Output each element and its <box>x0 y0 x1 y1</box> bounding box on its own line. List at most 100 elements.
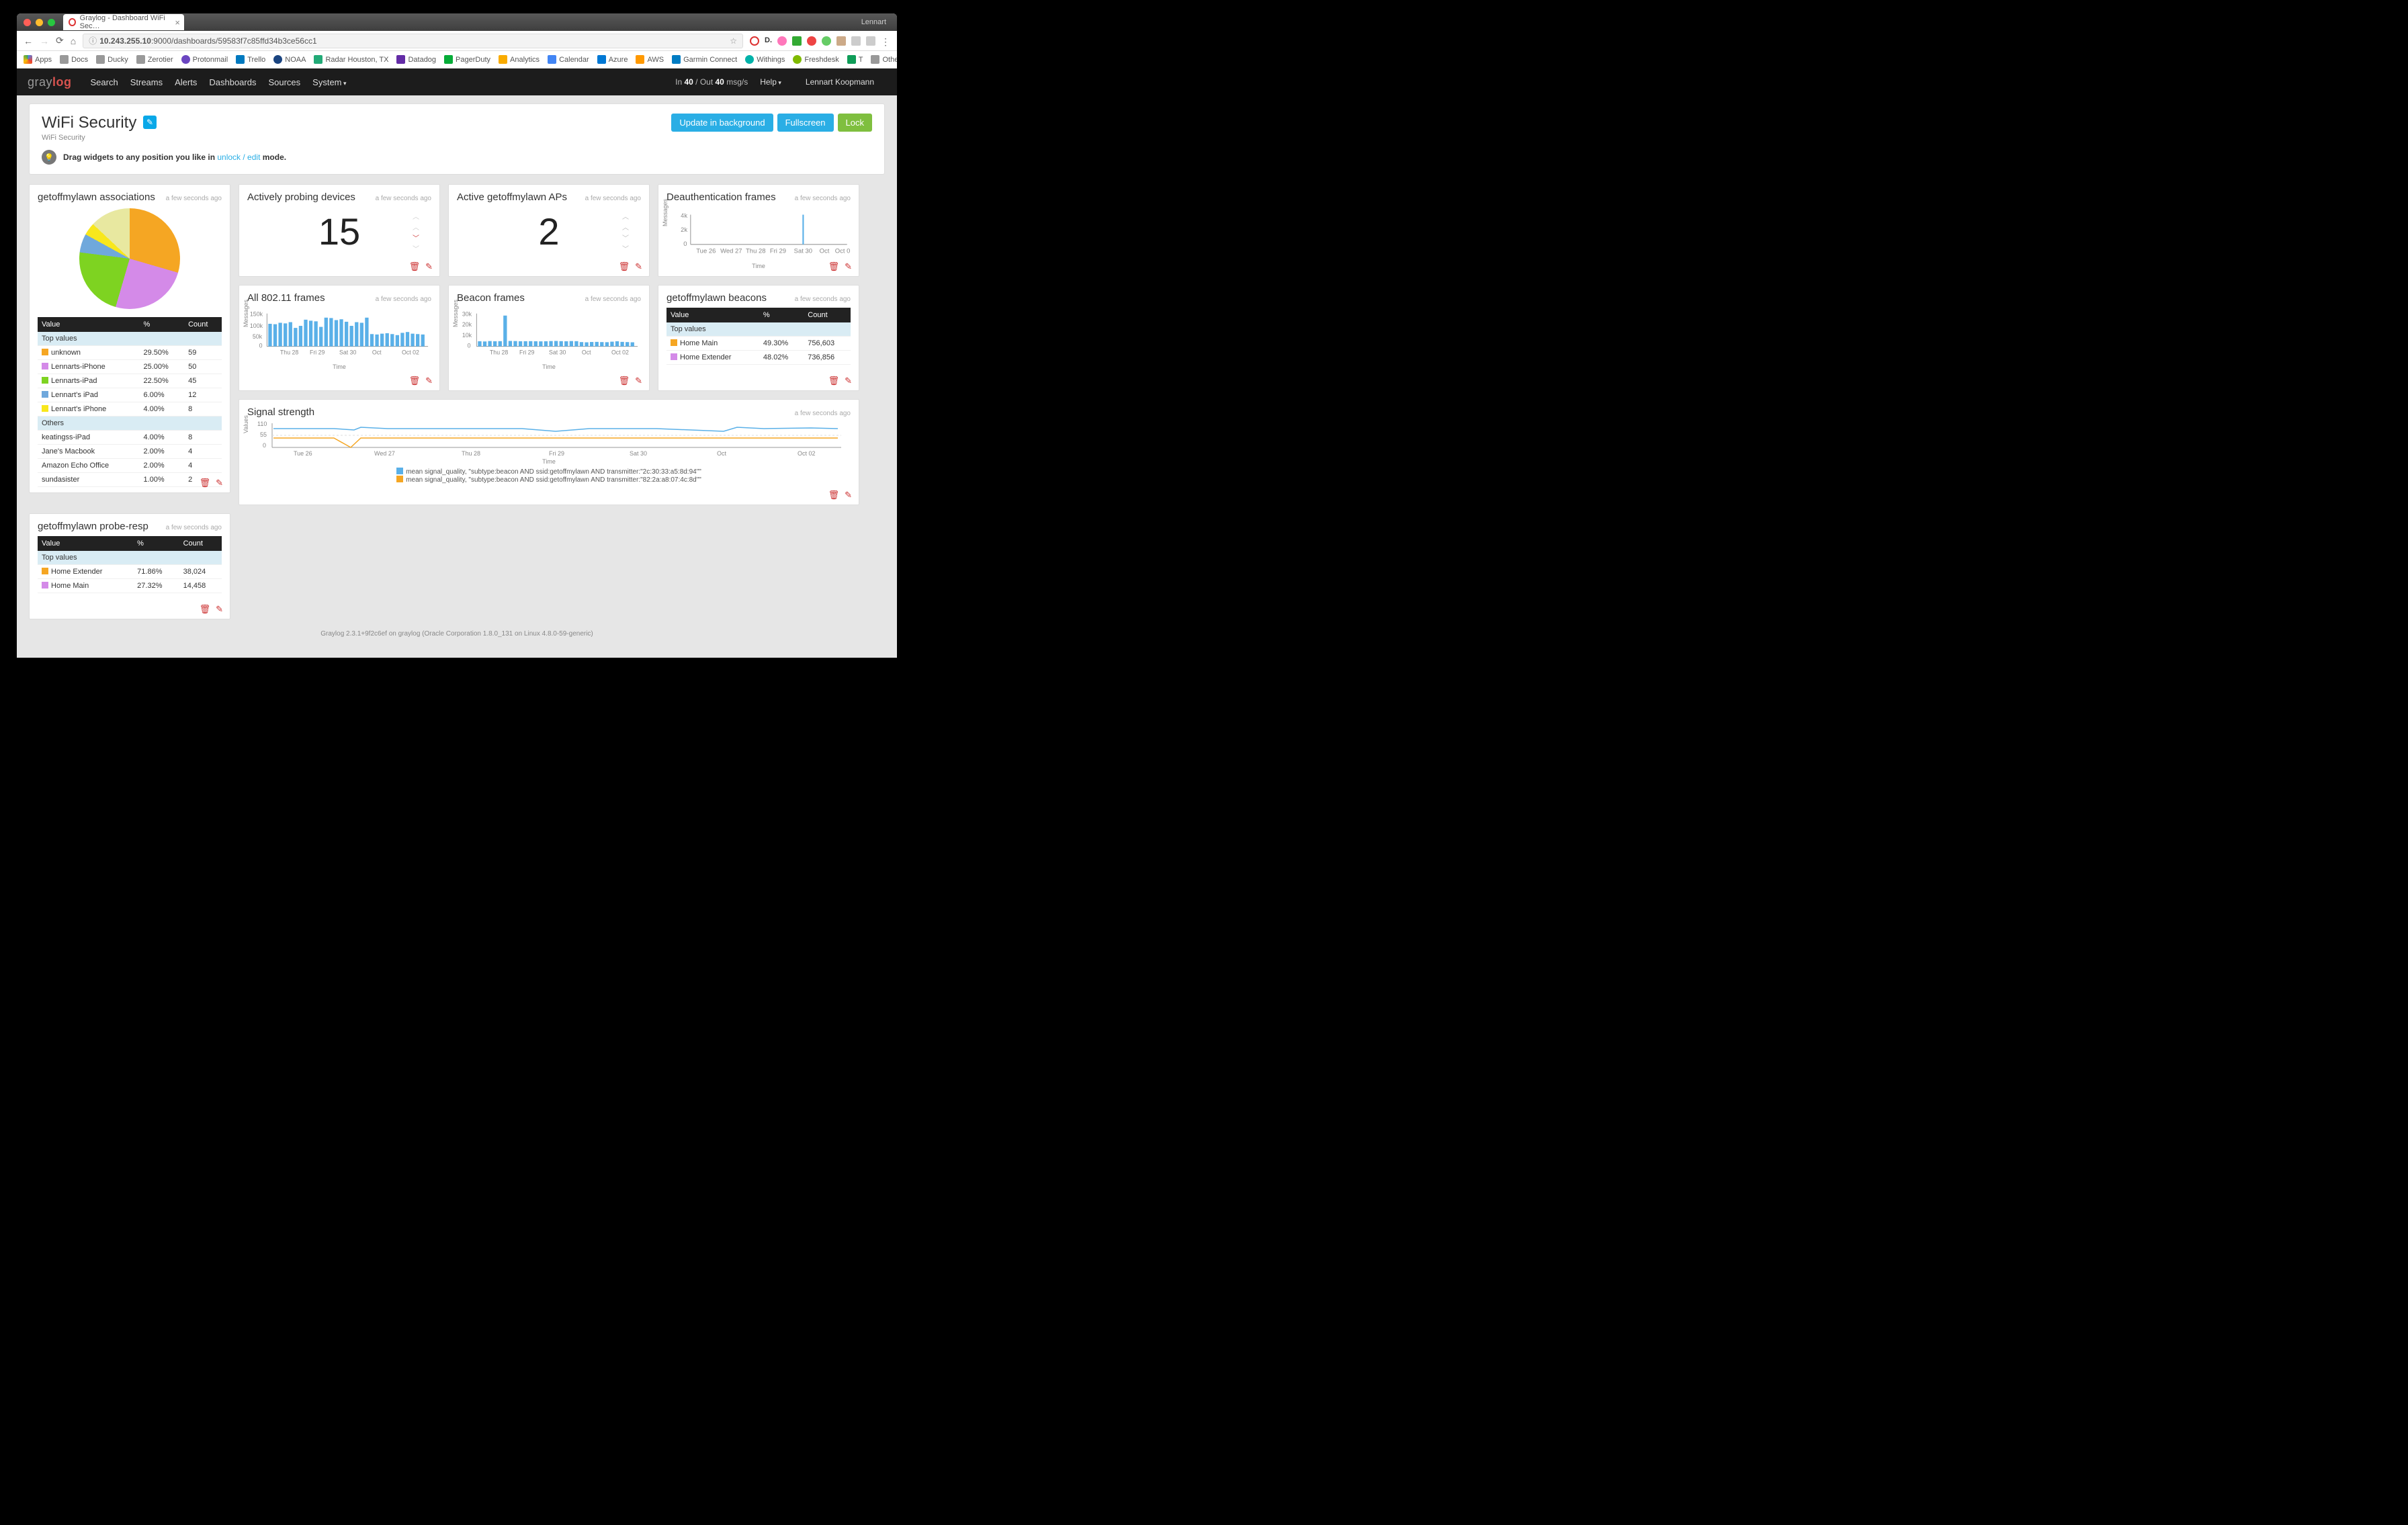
bookmarks-bar: Apps Docs Ducky Zerotier Protonmail Trel… <box>17 51 897 69</box>
table-row[interactable]: Home Main49.30%756,603 <box>666 337 851 351</box>
profile-name[interactable]: Lennart <box>861 18 890 26</box>
bookmark[interactable]: Datadog <box>396 55 436 64</box>
update-background-button[interactable]: Update in background <box>671 114 773 132</box>
table-row[interactable]: Lennarts-iPad22.50%45 <box>38 374 222 388</box>
table-row[interactable]: Lennart's iPhone4.00%8 <box>38 402 222 417</box>
close-window-icon[interactable] <box>24 19 31 26</box>
trash-icon[interactable]: 🗑 <box>200 478 211 488</box>
pencil-icon[interactable]: ✎ <box>425 376 433 386</box>
trash-icon[interactable]: 🗑 <box>828 376 840 386</box>
close-tab-icon[interactable]: × <box>175 17 180 28</box>
address-bar[interactable]: ⓘ 10.243.255.10:9000/dashboards/59583f7c… <box>83 34 743 48</box>
pencil-icon[interactable]: ✎ <box>216 478 223 488</box>
bookmark[interactable]: Trello <box>236 55 265 64</box>
ext-icon[interactable] <box>822 36 831 46</box>
table-row[interactable]: Lennart's iPad6.00%12 <box>38 388 222 402</box>
pencil-icon[interactable]: ✎ <box>845 490 852 500</box>
trash-icon[interactable]: 🗑 <box>200 604 211 615</box>
reload-icon[interactable]: ⟳ <box>56 35 64 46</box>
table-row[interactable]: sundasister1.00%2 <box>38 473 222 487</box>
ext-icon[interactable] <box>777 36 787 46</box>
minimize-window-icon[interactable] <box>36 19 43 26</box>
widget-deauth-frames: Deauthentication framesa few seconds ago… <box>658 184 859 277</box>
pencil-icon[interactable]: ✎ <box>845 376 852 386</box>
graylog-logo[interactable]: graylog <box>28 75 72 89</box>
bookmark[interactable]: Zerotier <box>136 55 173 64</box>
bookmark[interactable]: Ducky <box>96 55 128 64</box>
maximize-window-icon[interactable] <box>48 19 55 26</box>
trash-icon[interactable]: 🗑 <box>409 261 421 272</box>
svg-text:Wed 27: Wed 27 <box>720 247 742 255</box>
bookmark[interactable]: Radar Houston, TX <box>314 55 388 64</box>
star-icon[interactable]: ☆ <box>730 36 737 46</box>
svg-text:Fri 29: Fri 29 <box>519 349 535 355</box>
bookmark[interactable]: Azure <box>597 55 628 64</box>
svg-text:Oct 02: Oct 02 <box>835 247 851 255</box>
ext-icon[interactable] <box>866 36 875 46</box>
table-row[interactable]: Amazon Echo Office2.00%4 <box>38 459 222 473</box>
trash-icon[interactable]: 🗑 <box>828 490 840 500</box>
bookmark[interactable]: Calendar <box>548 55 589 64</box>
forward-icon[interactable]: → <box>40 36 49 46</box>
table-row[interactable]: keatingss-iPad4.00%8 <box>38 431 222 445</box>
bookmark[interactable]: PagerDuty <box>444 55 490 64</box>
fullscreen-button[interactable]: Fullscreen <box>777 114 834 132</box>
bookmark[interactable]: Protonmail <box>181 55 228 64</box>
pencil-icon[interactable]: ✎ <box>216 604 223 615</box>
ext-icon[interactable] <box>750 36 759 46</box>
back-icon[interactable]: ← <box>24 36 33 46</box>
ext-icon[interactable]: D. <box>765 36 772 46</box>
bookmark[interactable]: Freshdesk <box>793 55 838 64</box>
pencil-icon[interactable]: ✎ <box>635 261 642 272</box>
ext-icon[interactable] <box>851 36 861 46</box>
tip-icon: 💡 <box>42 150 56 165</box>
menu-icon[interactable]: ⋮ <box>881 36 890 46</box>
nav-user[interactable]: Lennart Koopmann <box>806 77 874 87</box>
table-row[interactable]: unknown29.50%59 <box>38 346 222 360</box>
svg-text:Sat 30: Sat 30 <box>630 450 647 457</box>
signal-chart: Values 110550 Tue 26Wed 27Thu 28Fri 29Sa… <box>247 418 851 458</box>
bookmark[interactable]: T <box>847 55 863 64</box>
widget-time: a few seconds ago <box>376 296 431 303</box>
ext-icon[interactable] <box>807 36 816 46</box>
edit-title-icon[interactable]: ✎ <box>143 116 157 129</box>
pencil-icon[interactable]: ✎ <box>425 261 433 272</box>
table-row[interactable]: Jane's Macbook2.00%4 <box>38 445 222 459</box>
browser-tab[interactable]: Graylog - Dashboard WiFi Sec… × <box>63 14 184 30</box>
table-row[interactable]: Home Main27.32%14,458 <box>38 579 222 593</box>
nav-help[interactable]: Help <box>760 77 781 87</box>
nav-search[interactable]: Search <box>91 77 118 87</box>
bookmark[interactable]: NOAA <box>273 55 306 64</box>
trash-icon[interactable]: 🗑 <box>409 376 421 386</box>
table-row[interactable]: Lennarts-iPhone25.00%50 <box>38 360 222 374</box>
pencil-icon[interactable]: ✎ <box>635 376 642 386</box>
pencil-icon[interactable]: ✎ <box>845 261 852 272</box>
bookmark[interactable]: Withings <box>745 55 785 64</box>
bookmark[interactable]: Garmin Connect <box>672 55 737 64</box>
bookmark[interactable]: Analytics <box>499 55 540 64</box>
bookmark[interactable]: Docs <box>60 55 88 64</box>
unlock-edit-link[interactable]: unlock / edit <box>217 152 260 162</box>
nav-streams[interactable]: Streams <box>130 77 163 87</box>
ext-icon[interactable] <box>792 36 802 46</box>
trash-icon[interactable]: 🗑 <box>619 376 630 386</box>
ext-icon[interactable] <box>836 36 846 46</box>
bookmark[interactable]: AWS <box>636 55 664 64</box>
nav-sources[interactable]: Sources <box>268 77 300 87</box>
all-frames-chart: Messages 150k100k50k0 Thu 28Fri 29Sat 30… <box>247 308 431 361</box>
home-icon[interactable]: ⌂ <box>71 36 76 46</box>
trash-icon[interactable]: 🗑 <box>828 261 840 272</box>
table-row[interactable]: Home Extender71.86%38,024 <box>38 565 222 579</box>
trash-icon[interactable]: 🗑 <box>619 261 630 272</box>
nav-system[interactable]: System <box>312 77 346 87</box>
nav-dashboards[interactable]: Dashboards <box>209 77 256 87</box>
lock-button[interactable]: Lock <box>838 114 872 132</box>
other-bookmarks[interactable]: Other Bookmarks <box>871 55 897 64</box>
svg-text:0: 0 <box>263 442 266 449</box>
table-row[interactable]: Home Extender48.02%736,856 <box>666 351 851 365</box>
bookmark-apps[interactable]: Apps <box>24 55 52 64</box>
widget-time: a few seconds ago <box>795 296 851 303</box>
widget-time: a few seconds ago <box>376 195 431 202</box>
nav-alerts[interactable]: Alerts <box>175 77 197 87</box>
svg-text:150k: 150k <box>250 311 263 318</box>
